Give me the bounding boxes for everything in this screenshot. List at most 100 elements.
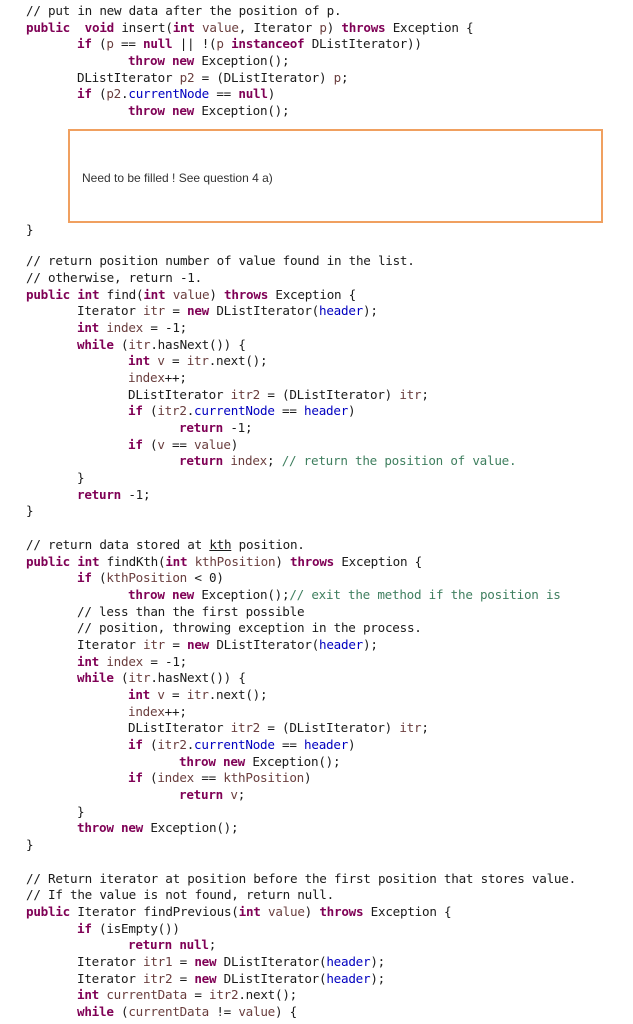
code-text: ) bbox=[267, 86, 276, 101]
code-text: ; bbox=[421, 720, 429, 735]
code-text: Exception { bbox=[268, 287, 357, 302]
code-text: ; bbox=[340, 70, 349, 85]
field: header bbox=[326, 971, 371, 986]
code-text: = (DListIterator) bbox=[194, 70, 334, 85]
code-text: ); bbox=[370, 954, 385, 969]
code-text: .next(); bbox=[208, 687, 268, 702]
code-text: findKth( bbox=[99, 554, 166, 569]
code-line: int v = itr.next(); bbox=[128, 353, 268, 370]
keyword: if bbox=[128, 403, 143, 418]
code-text: Exception(); bbox=[194, 53, 290, 68]
keyword: new bbox=[121, 820, 144, 835]
identifier: itr2 bbox=[157, 403, 187, 418]
keyword: new bbox=[172, 587, 195, 602]
code-text: ) bbox=[209, 287, 225, 302]
code-text: == bbox=[164, 437, 195, 452]
code-text: == bbox=[274, 403, 305, 418]
identifier: p bbox=[333, 70, 342, 85]
keyword: if bbox=[77, 570, 92, 585]
code-line: if (itr2.currentNode == header) bbox=[128, 403, 356, 420]
code-text: Exception { bbox=[385, 20, 474, 35]
code-text: Exception { bbox=[334, 554, 423, 569]
code-line: return v; bbox=[179, 787, 245, 804]
comment: // put in new data after the position of… bbox=[26, 3, 342, 18]
code-line: Iterator itr = new DListIterator(header)… bbox=[77, 303, 378, 320]
code-line: public Iterator findPrevious(int value) … bbox=[26, 904, 452, 921]
code-text: ) bbox=[326, 20, 342, 35]
code-text: ); bbox=[362, 637, 378, 652]
keyword: while bbox=[77, 337, 114, 352]
code-text: ) bbox=[348, 403, 356, 418]
code-line: } bbox=[26, 503, 34, 520]
code-line: if (itr2.currentNode == header) bbox=[128, 737, 356, 754]
keyword: int bbox=[165, 554, 188, 569]
code-text: = -1; bbox=[143, 654, 188, 669]
code-text: ) bbox=[304, 770, 312, 785]
code-line: // put in new data after the position of… bbox=[26, 3, 342, 20]
code-line: if (p2.currentNode == null) bbox=[77, 86, 275, 103]
identifier: v bbox=[157, 687, 165, 702]
keyword: while bbox=[77, 670, 114, 685]
code-line: int v = itr.next(); bbox=[128, 687, 268, 704]
code-text: } bbox=[26, 503, 34, 518]
comment: // position, throwing exception in the p… bbox=[77, 620, 422, 635]
code-text: ; bbox=[237, 787, 246, 802]
code-text: } bbox=[26, 837, 34, 852]
answer-placeholder-box[interactable]: Need to be filled ! See question 4 a) bbox=[68, 129, 603, 223]
code-text: ( bbox=[113, 1004, 129, 1019]
code-text: < 0) bbox=[187, 570, 224, 585]
code-line: index++; bbox=[128, 704, 187, 721]
identifier: value bbox=[172, 287, 210, 302]
answer-placeholder-text: Need to be filled ! See question 4 a) bbox=[82, 171, 273, 185]
code-text: DListIterator( bbox=[209, 303, 319, 318]
code-text: ); bbox=[362, 303, 378, 318]
code-text: .next(); bbox=[208, 353, 268, 368]
code-text: == bbox=[194, 770, 224, 785]
code-text: kth bbox=[209, 537, 232, 552]
code-line: Iterator itr = new DListIterator(header)… bbox=[77, 637, 378, 654]
field: header bbox=[318, 637, 363, 652]
keyword: throw bbox=[128, 587, 165, 602]
code-line: // return position number of value found… bbox=[26, 253, 415, 270]
keyword: int bbox=[128, 687, 150, 702]
code-text: ( bbox=[91, 36, 107, 51]
keyword: null bbox=[179, 937, 209, 952]
identifier: kthPosition bbox=[223, 770, 305, 785]
keyword: public bbox=[26, 20, 70, 35]
code-line: int currentData = itr2.next(); bbox=[77, 987, 297, 1004]
code-text: = (DListIterator) bbox=[260, 387, 400, 402]
code-text: == bbox=[274, 737, 305, 752]
identifier: v bbox=[157, 437, 165, 452]
keyword: public bbox=[26, 904, 70, 919]
keyword: return bbox=[179, 453, 223, 468]
keyword: null bbox=[238, 86, 268, 101]
code-text: Exception(); bbox=[245, 754, 341, 769]
code-text: = bbox=[172, 971, 195, 986]
field: header bbox=[304, 737, 349, 752]
code-line: public void insert(int value, Iterator p… bbox=[26, 20, 474, 37]
keyword: if bbox=[77, 36, 92, 51]
code-text: ; bbox=[208, 937, 217, 952]
code-line: if (v == value) bbox=[128, 437, 238, 454]
keyword: return bbox=[179, 420, 223, 435]
code-text: ( bbox=[142, 437, 158, 452]
code-line: int index = -1; bbox=[77, 320, 187, 337]
keyword: throws bbox=[319, 904, 364, 919]
comment: // otherwise, return -1. bbox=[26, 270, 202, 285]
code-text: .hasNext()) { bbox=[150, 337, 246, 352]
code-text: || !( bbox=[172, 36, 217, 51]
code-line: int index = -1; bbox=[77, 654, 187, 671]
code-text: } bbox=[77, 470, 85, 485]
keyword: int bbox=[77, 554, 100, 569]
code-text: Iterator bbox=[77, 303, 143, 318]
code-text: find( bbox=[99, 287, 144, 302]
keyword: new bbox=[194, 954, 217, 969]
code-text: Exception(); bbox=[194, 587, 290, 602]
code-text: ( bbox=[113, 670, 129, 685]
code-line: } bbox=[77, 804, 85, 821]
